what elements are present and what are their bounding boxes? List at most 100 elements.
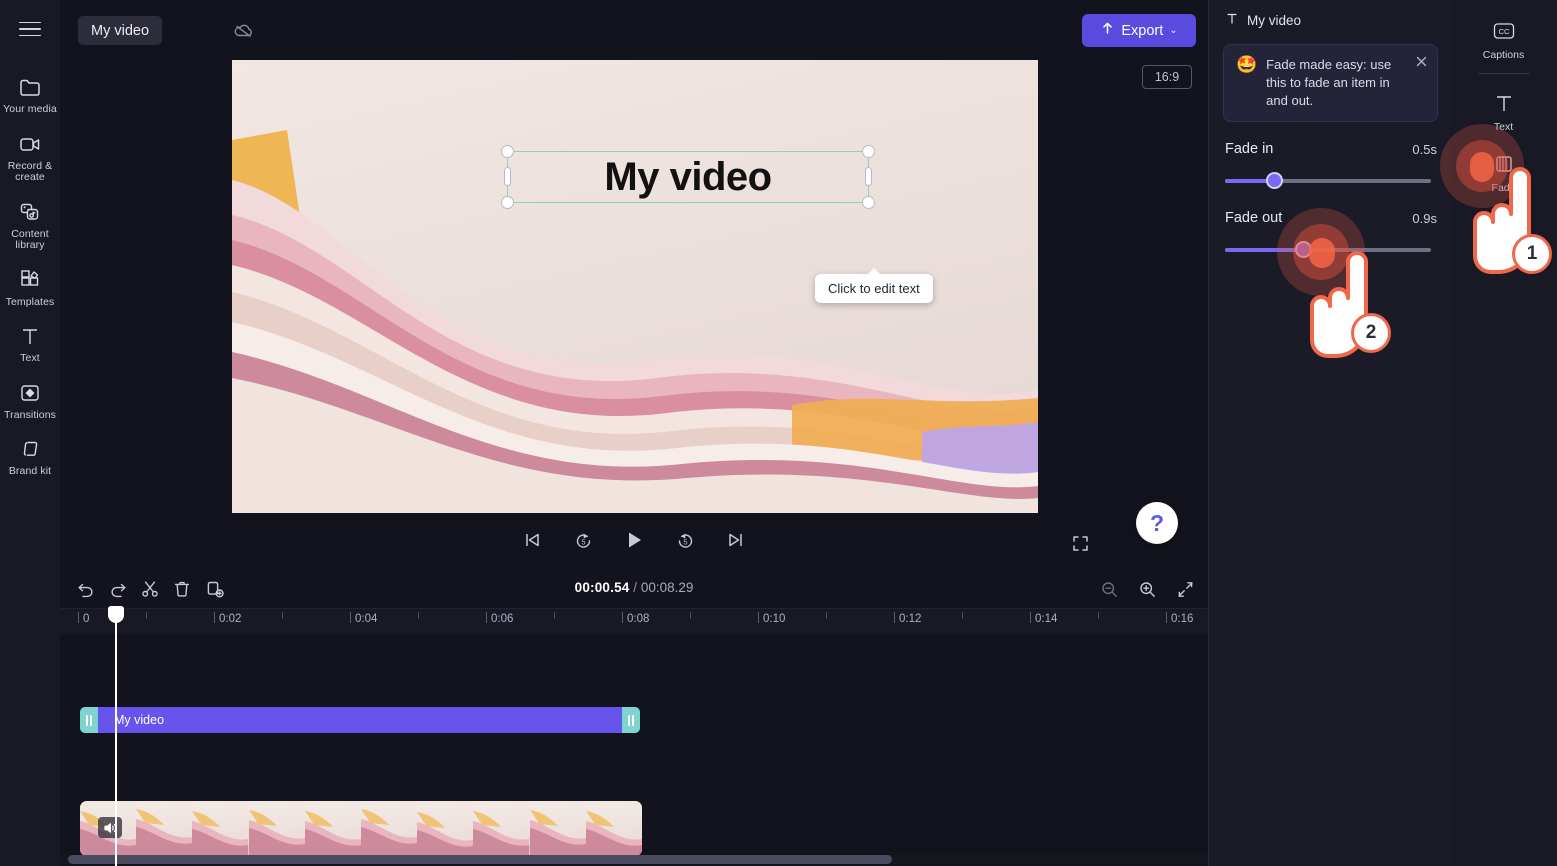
- sidebar-item-content-library[interactable]: Content library: [0, 191, 60, 259]
- rail-divider: [1477, 73, 1530, 74]
- chevron-down-icon: ⌄: [1169, 25, 1178, 36]
- clipchamp-editor: Your media Record & create Content libra…: [0, 0, 1557, 866]
- fit-to-screen-icon[interactable]: [1172, 576, 1198, 602]
- properties-panel-header: My video: [1225, 12, 1301, 29]
- text-t-icon: [1489, 90, 1519, 116]
- play-button[interactable]: [619, 525, 649, 555]
- fade-in-row: Fade in 0.5s: [1225, 141, 1437, 157]
- video-camera-icon: [17, 132, 43, 156]
- forward-5s-icon[interactable]: 5: [670, 525, 700, 555]
- sidebar-item-label: Transitions: [3, 408, 57, 421]
- sidebar-item-brand-kit[interactable]: Brand kit: [0, 428, 60, 485]
- fade-out-row: Fade out 0.9s: [1225, 210, 1437, 226]
- folder-icon: [17, 75, 43, 99]
- fade-out-slider-thumb[interactable]: [1294, 241, 1312, 258]
- resize-handle-bottom-left[interactable]: [501, 196, 514, 209]
- fade-tip-text: Fade made easy: use this to fade an item…: [1266, 57, 1392, 108]
- timecode-separator: /: [633, 580, 638, 595]
- zoom-controls: [1096, 576, 1198, 602]
- svg-text:CC: CC: [1498, 27, 1509, 36]
- fade-in-slider-thumb[interactable]: [1265, 172, 1283, 189]
- timeline-tracks[interactable]: My video: [60, 634, 1208, 856]
- sidebar-item-text[interactable]: Text: [0, 315, 60, 372]
- trim-handle-left[interactable]: [80, 707, 98, 733]
- fade-icon: [1489, 151, 1519, 177]
- sidebar-item-label: Record & create: [7, 159, 53, 183]
- resize-handle-top-right[interactable]: [862, 145, 875, 158]
- sidebar-item-record-create[interactable]: Record & create: [0, 123, 60, 191]
- ruler-tick-label: 0:10: [763, 613, 786, 625]
- cloud-off-icon[interactable]: [230, 18, 258, 44]
- resize-handle-right[interactable]: [865, 167, 872, 186]
- skip-to-start-icon[interactable]: [517, 525, 547, 555]
- rail-item-label: Text: [1493, 121, 1514, 133]
- speaker-muted-icon[interactable]: [98, 817, 122, 838]
- properties-panel-title: My video: [1247, 13, 1302, 28]
- total-time: 00:08.29: [640, 580, 694, 595]
- resize-handle-top-left[interactable]: [501, 145, 514, 158]
- ruler-tick-label: 0:04: [355, 613, 378, 625]
- fade-in-slider[interactable]: [1225, 172, 1431, 189]
- playhead[interactable]: [108, 606, 124, 866]
- text-t-icon: [17, 324, 43, 348]
- brand-kit-icon: [17, 437, 43, 461]
- playhead-handle[interactable]: [108, 606, 124, 623]
- close-icon[interactable]: [1413, 53, 1429, 69]
- sidebar-item-your-media[interactable]: Your media: [0, 66, 60, 123]
- export-button[interactable]: Export ⌄: [1082, 14, 1196, 47]
- rewind-5s-icon[interactable]: 5: [568, 525, 598, 555]
- sidebar-item-label: Templates: [5, 295, 55, 308]
- timecode-display: 00:00.54 / 00:08.29: [60, 580, 1208, 595]
- fade-out-label: Fade out: [1225, 210, 1283, 226]
- rail-item-text[interactable]: Text: [1450, 80, 1557, 141]
- aspect-ratio-badge[interactable]: 16:9: [1142, 65, 1192, 89]
- canvas-text[interactable]: My video: [508, 152, 868, 202]
- resize-handle-bottom-right[interactable]: [862, 196, 875, 209]
- fade-in-value: 0.5s: [1412, 141, 1437, 157]
- star-struck-emoji-icon: 🤩: [1236, 55, 1258, 74]
- click-badge-1: 1: [1512, 234, 1552, 274]
- sidebar-item-label: Brand kit: [8, 465, 52, 477]
- video-canvas[interactable]: My video Click to edit text: [232, 60, 1038, 513]
- preview-stage: 16:9 My video Click to edit text 5 5: [60, 60, 1246, 634]
- rail-item-captions[interactable]: CC Captions: [1450, 8, 1557, 69]
- click-to-edit-tooltip: Click to edit text: [815, 268, 933, 303]
- properties-panel: My video 🤩 Fade made easy: use this to f…: [1208, 0, 1450, 866]
- help-button[interactable]: ?: [1136, 502, 1178, 544]
- thumbnail-strip: [80, 801, 642, 856]
- timeline-toolbar: 00:00.54 / 00:08.29: [60, 568, 1208, 608]
- fade-out-value: 0.9s: [1412, 210, 1437, 226]
- hamburger-icon[interactable]: [15, 14, 45, 44]
- timeline-horizontal-scrollbar[interactable]: [68, 855, 892, 864]
- rail-item-fade[interactable]: Fade: [1450, 141, 1557, 202]
- click-badge-2: 2: [1351, 313, 1391, 353]
- timeline: 00:00.54 / 00:08.29 0 0:02 0:04 0:06 0:0…: [60, 568, 1208, 866]
- ruler-tick-label: 0:12: [899, 613, 922, 625]
- ruler-tick-label: 0:16: [1171, 613, 1194, 625]
- sidebar-item-label: Your media: [3, 103, 57, 115]
- left-sidebar: Your media Record & create Content libra…: [0, 0, 60, 866]
- text-selection-box[interactable]: My video: [501, 145, 875, 209]
- zoom-in-icon[interactable]: [1134, 576, 1160, 602]
- resize-handle-left[interactable]: [504, 167, 511, 186]
- ruler-tick-label: 0: [83, 613, 90, 625]
- trim-handle-right[interactable]: [622, 707, 640, 733]
- sidebar-item-transitions[interactable]: Transitions: [0, 372, 60, 429]
- svg-text:5: 5: [683, 537, 687, 546]
- top-bar: My video Export ⌄: [60, 0, 1208, 60]
- timeline-video-clip[interactable]: [80, 801, 642, 856]
- fade-out-slider[interactable]: [1225, 241, 1431, 258]
- rail-item-label: Captions: [1482, 49, 1525, 61]
- cc-icon: CC: [1489, 18, 1519, 44]
- sidebar-item-label: Text: [20, 352, 40, 364]
- fullscreen-icon[interactable]: [1068, 531, 1092, 555]
- transitions-icon: [17, 381, 43, 405]
- timeline-text-clip[interactable]: My video: [80, 707, 640, 733]
- timeline-ruler[interactable]: 0 0:02 0:04 0:06 0:08 0:10 0:12 0:14 0:1…: [60, 608, 1208, 634]
- zoom-out-icon[interactable]: [1096, 576, 1122, 602]
- sidebar-item-templates[interactable]: Templates: [0, 259, 60, 316]
- project-title-input[interactable]: My video: [78, 16, 163, 45]
- clip-label: My video: [114, 713, 165, 727]
- ruler-tick-label: 0:14: [1035, 613, 1058, 625]
- skip-to-end-icon[interactable]: [721, 525, 751, 555]
